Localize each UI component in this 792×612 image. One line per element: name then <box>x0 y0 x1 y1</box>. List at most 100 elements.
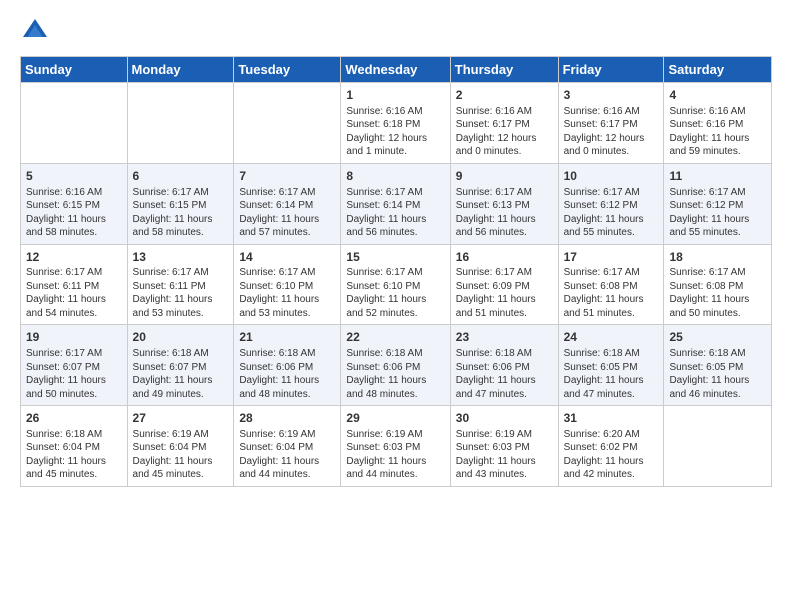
calendar-cell: 17Sunrise: 6:17 AM Sunset: 6:08 PM Dayli… <box>558 244 664 325</box>
day-header-saturday: Saturday <box>664 57 772 83</box>
day-number: 26 <box>26 410 122 427</box>
calendar-cell: 27Sunrise: 6:19 AM Sunset: 6:04 PM Dayli… <box>127 406 234 487</box>
calendar-table: SundayMondayTuesdayWednesdayThursdayFrid… <box>20 56 772 487</box>
calendar-cell: 15Sunrise: 6:17 AM Sunset: 6:10 PM Dayli… <box>341 244 450 325</box>
calendar-cell: 10Sunrise: 6:17 AM Sunset: 6:12 PM Dayli… <box>558 163 664 244</box>
day-info: Sunrise: 6:17 AM Sunset: 6:12 PM Dayligh… <box>669 186 766 240</box>
day-info: Sunrise: 6:17 AM Sunset: 6:09 PM Dayligh… <box>456 266 553 320</box>
day-info: Sunrise: 6:16 AM Sunset: 6:18 PM Dayligh… <box>346 105 444 159</box>
day-number: 11 <box>669 168 766 185</box>
day-info: Sunrise: 6:18 AM Sunset: 6:05 PM Dayligh… <box>564 347 659 401</box>
day-info: Sunrise: 6:17 AM Sunset: 6:14 PM Dayligh… <box>346 186 444 240</box>
day-info: Sunrise: 6:17 AM Sunset: 6:12 PM Dayligh… <box>564 186 659 240</box>
logo-icon <box>20 16 50 46</box>
calendar-cell: 16Sunrise: 6:17 AM Sunset: 6:09 PM Dayli… <box>450 244 558 325</box>
day-info: Sunrise: 6:18 AM Sunset: 6:05 PM Dayligh… <box>669 347 766 401</box>
day-number: 16 <box>456 249 553 266</box>
calendar-body: 1Sunrise: 6:16 AM Sunset: 6:18 PM Daylig… <box>21 83 772 487</box>
day-number: 23 <box>456 329 553 346</box>
day-info: Sunrise: 6:18 AM Sunset: 6:04 PM Dayligh… <box>26 428 122 482</box>
day-number: 15 <box>346 249 444 266</box>
day-info: Sunrise: 6:16 AM Sunset: 6:16 PM Dayligh… <box>669 105 766 159</box>
calendar-cell: 25Sunrise: 6:18 AM Sunset: 6:05 PM Dayli… <box>664 325 772 406</box>
calendar-cell: 6Sunrise: 6:17 AM Sunset: 6:15 PM Daylig… <box>127 163 234 244</box>
calendar-cell: 23Sunrise: 6:18 AM Sunset: 6:06 PM Dayli… <box>450 325 558 406</box>
day-info: Sunrise: 6:19 AM Sunset: 6:04 PM Dayligh… <box>133 428 229 482</box>
calendar-cell <box>127 83 234 164</box>
day-number: 10 <box>564 168 659 185</box>
day-info: Sunrise: 6:17 AM Sunset: 6:08 PM Dayligh… <box>669 266 766 320</box>
calendar-week-2: 5Sunrise: 6:16 AM Sunset: 6:15 PM Daylig… <box>21 163 772 244</box>
day-info: Sunrise: 6:17 AM Sunset: 6:07 PM Dayligh… <box>26 347 122 401</box>
calendar-cell <box>21 83 128 164</box>
calendar-cell: 21Sunrise: 6:18 AM Sunset: 6:06 PM Dayli… <box>234 325 341 406</box>
day-info: Sunrise: 6:17 AM Sunset: 6:10 PM Dayligh… <box>239 266 335 320</box>
calendar-cell: 24Sunrise: 6:18 AM Sunset: 6:05 PM Dayli… <box>558 325 664 406</box>
day-number: 19 <box>26 329 122 346</box>
day-number: 27 <box>133 410 229 427</box>
day-number: 24 <box>564 329 659 346</box>
day-number: 14 <box>239 249 335 266</box>
day-header-monday: Monday <box>127 57 234 83</box>
day-number: 5 <box>26 168 122 185</box>
calendar-cell: 19Sunrise: 6:17 AM Sunset: 6:07 PM Dayli… <box>21 325 128 406</box>
day-number: 29 <box>346 410 444 427</box>
day-info: Sunrise: 6:17 AM Sunset: 6:11 PM Dayligh… <box>133 266 229 320</box>
calendar-cell: 7Sunrise: 6:17 AM Sunset: 6:14 PM Daylig… <box>234 163 341 244</box>
day-info: Sunrise: 6:20 AM Sunset: 6:02 PM Dayligh… <box>564 428 659 482</box>
calendar-cell: 30Sunrise: 6:19 AM Sunset: 6:03 PM Dayli… <box>450 406 558 487</box>
day-number: 18 <box>669 249 766 266</box>
calendar-cell: 29Sunrise: 6:19 AM Sunset: 6:03 PM Dayli… <box>341 406 450 487</box>
calendar-cell <box>234 83 341 164</box>
calendar-cell: 8Sunrise: 6:17 AM Sunset: 6:14 PM Daylig… <box>341 163 450 244</box>
day-number: 13 <box>133 249 229 266</box>
calendar-cell: 11Sunrise: 6:17 AM Sunset: 6:12 PM Dayli… <box>664 163 772 244</box>
day-number: 1 <box>346 87 444 104</box>
day-info: Sunrise: 6:18 AM Sunset: 6:06 PM Dayligh… <box>456 347 553 401</box>
page: SundayMondayTuesdayWednesdayThursdayFrid… <box>0 0 792 612</box>
calendar-cell: 5Sunrise: 6:16 AM Sunset: 6:15 PM Daylig… <box>21 163 128 244</box>
day-number: 6 <box>133 168 229 185</box>
calendar-cell: 22Sunrise: 6:18 AM Sunset: 6:06 PM Dayli… <box>341 325 450 406</box>
day-info: Sunrise: 6:16 AM Sunset: 6:17 PM Dayligh… <box>564 105 659 159</box>
day-header-tuesday: Tuesday <box>234 57 341 83</box>
calendar-header: SundayMondayTuesdayWednesdayThursdayFrid… <box>21 57 772 83</box>
calendar-cell: 1Sunrise: 6:16 AM Sunset: 6:18 PM Daylig… <box>341 83 450 164</box>
calendar-week-1: 1Sunrise: 6:16 AM Sunset: 6:18 PM Daylig… <box>21 83 772 164</box>
day-header-thursday: Thursday <box>450 57 558 83</box>
calendar-cell: 26Sunrise: 6:18 AM Sunset: 6:04 PM Dayli… <box>21 406 128 487</box>
day-number: 7 <box>239 168 335 185</box>
day-info: Sunrise: 6:19 AM Sunset: 6:04 PM Dayligh… <box>239 428 335 482</box>
day-number: 9 <box>456 168 553 185</box>
calendar-cell: 12Sunrise: 6:17 AM Sunset: 6:11 PM Dayli… <box>21 244 128 325</box>
day-number: 12 <box>26 249 122 266</box>
calendar-cell: 3Sunrise: 6:16 AM Sunset: 6:17 PM Daylig… <box>558 83 664 164</box>
day-info: Sunrise: 6:17 AM Sunset: 6:10 PM Dayligh… <box>346 266 444 320</box>
day-info: Sunrise: 6:16 AM Sunset: 6:15 PM Dayligh… <box>26 186 122 240</box>
day-info: Sunrise: 6:16 AM Sunset: 6:17 PM Dayligh… <box>456 105 553 159</box>
calendar-cell: 31Sunrise: 6:20 AM Sunset: 6:02 PM Dayli… <box>558 406 664 487</box>
day-number: 3 <box>564 87 659 104</box>
day-header-sunday: Sunday <box>21 57 128 83</box>
header-row: SundayMondayTuesdayWednesdayThursdayFrid… <box>21 57 772 83</box>
calendar-cell <box>664 406 772 487</box>
day-info: Sunrise: 6:18 AM Sunset: 6:07 PM Dayligh… <box>133 347 229 401</box>
day-number: 25 <box>669 329 766 346</box>
calendar-cell: 18Sunrise: 6:17 AM Sunset: 6:08 PM Dayli… <box>664 244 772 325</box>
day-number: 28 <box>239 410 335 427</box>
calendar-cell: 14Sunrise: 6:17 AM Sunset: 6:10 PM Dayli… <box>234 244 341 325</box>
day-number: 8 <box>346 168 444 185</box>
day-info: Sunrise: 6:17 AM Sunset: 6:08 PM Dayligh… <box>564 266 659 320</box>
day-info: Sunrise: 6:17 AM Sunset: 6:13 PM Dayligh… <box>456 186 553 240</box>
calendar-cell: 28Sunrise: 6:19 AM Sunset: 6:04 PM Dayli… <box>234 406 341 487</box>
day-info: Sunrise: 6:17 AM Sunset: 6:11 PM Dayligh… <box>26 266 122 320</box>
day-header-wednesday: Wednesday <box>341 57 450 83</box>
day-number: 2 <box>456 87 553 104</box>
calendar-week-4: 19Sunrise: 6:17 AM Sunset: 6:07 PM Dayli… <box>21 325 772 406</box>
calendar-cell: 13Sunrise: 6:17 AM Sunset: 6:11 PM Dayli… <box>127 244 234 325</box>
day-header-friday: Friday <box>558 57 664 83</box>
day-number: 17 <box>564 249 659 266</box>
day-info: Sunrise: 6:19 AM Sunset: 6:03 PM Dayligh… <box>346 428 444 482</box>
calendar-cell: 9Sunrise: 6:17 AM Sunset: 6:13 PM Daylig… <box>450 163 558 244</box>
day-number: 30 <box>456 410 553 427</box>
